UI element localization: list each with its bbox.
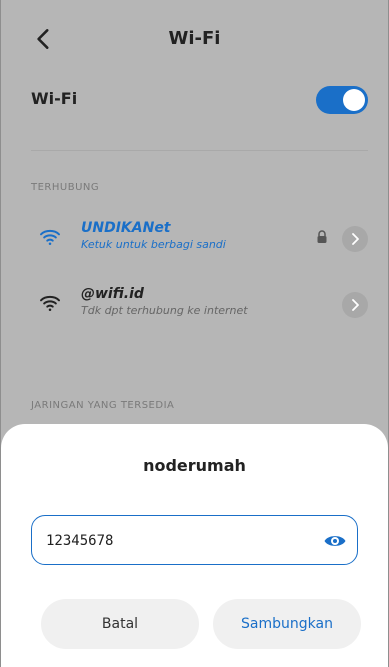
password-dialog: noderumah Batal Sambungkan (1, 424, 388, 667)
chevron-right-icon (352, 233, 359, 245)
dialog-title: noderumah (143, 456, 246, 475)
password-field-container (31, 515, 358, 565)
network-item-undikanet[interactable]: UNDIKANet Ketuk untuk berbagi sandi (31, 220, 368, 266)
top-bar: Wi-Fi (1, 22, 388, 62)
network-detail-button[interactable] (342, 292, 368, 318)
section-divider (31, 150, 368, 151)
network-name: UNDIKANet (81, 220, 171, 236)
page-title: Wi-Fi (168, 28, 221, 49)
wifi-settings-screen: Wi-Fi Wi-Fi TERHUBUNG UNDIKANet Ketuk un… (0, 0, 389, 667)
network-status: Ketuk untuk berbagi sandi (81, 238, 226, 251)
network-text: UNDIKANet Ketuk untuk berbagi sandi (81, 220, 226, 251)
wifi-icon (40, 295, 60, 312)
available-section-header: JARINGAN YANG TERSEDIA (31, 400, 175, 411)
connected-section-header: TERHUBUNG (31, 182, 100, 193)
wifi-icon (40, 229, 60, 246)
chevron-right-icon (352, 299, 359, 311)
network-item-wifi-id[interactable]: @wifi.id Tdk dpt terhubung ke internet (31, 286, 368, 332)
wifi-toggle-label: Wi-Fi (31, 89, 78, 108)
lock-icon (317, 230, 327, 243)
password-input[interactable] (44, 528, 313, 554)
wifi-toggle-switch[interactable] (316, 86, 368, 114)
network-detail-button[interactable] (342, 226, 368, 252)
eye-icon[interactable] (323, 530, 347, 552)
toggle-knob (343, 89, 365, 111)
wifi-toggle-row[interactable]: Wi-Fi (31, 84, 368, 114)
connect-button[interactable]: Sambungkan (213, 599, 361, 649)
network-status: Tdk dpt terhubung ke internet (81, 304, 248, 317)
network-text: @wifi.id Tdk dpt terhubung ke internet (81, 286, 248, 317)
network-name: @wifi.id (81, 286, 144, 302)
cancel-button[interactable]: Batal (41, 599, 199, 649)
